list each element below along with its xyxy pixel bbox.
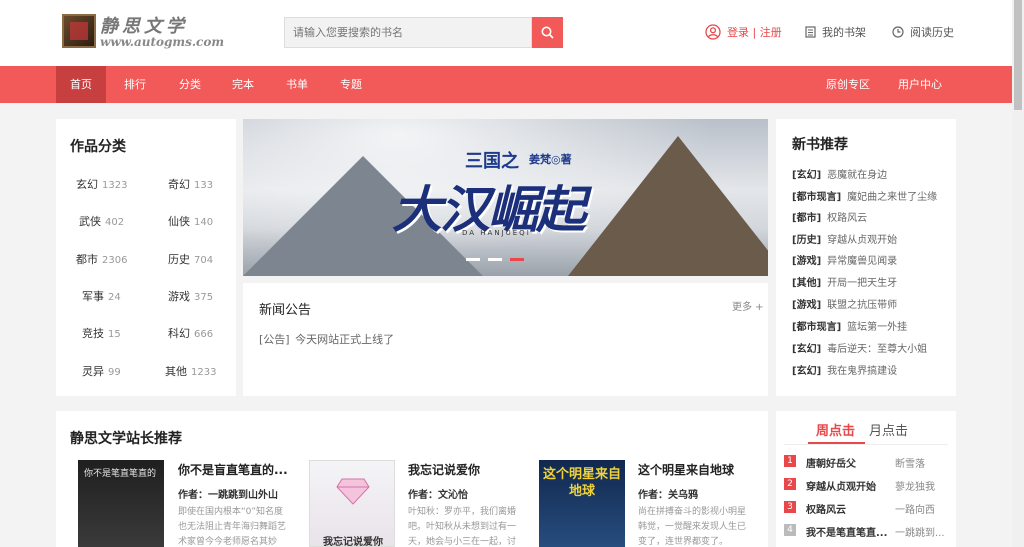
nav-item-finished[interactable]: 完本	[220, 66, 266, 103]
news-tag: [公告]	[259, 333, 290, 346]
new-book-item[interactable]: [历史] 穿越从贞观开始	[792, 231, 897, 246]
book-cover-text: 我忘记说爱你	[323, 537, 383, 547]
rank-number: 4	[784, 524, 796, 536]
bookshelf-link[interactable]: 我的书架	[805, 24, 866, 40]
category-item[interactable]: 武侠 402	[79, 213, 124, 229]
book-title[interactable]: 你不是盲直笔直的...	[178, 461, 288, 478]
rank-number: 1	[784, 455, 796, 467]
new-book-item[interactable]: [其他] 开局一把天生牙	[792, 274, 897, 289]
new-book-item[interactable]: [玄幻] 恶魔就在身边	[792, 166, 887, 181]
tab-monthly-clicks[interactable]: 月点击	[869, 420, 908, 439]
book-cover[interactable]: 我忘记说爱你	[309, 460, 395, 547]
banner-mountain	[568, 136, 768, 276]
category-item[interactable]: 竞技 15	[82, 325, 121, 341]
category-item[interactable]: 军事 24	[82, 288, 121, 304]
main-nav: 首页 排行 分类 完本 书单 专题 原创专区 用户中心	[0, 66, 1012, 103]
new-book-item[interactable]: [玄幻] 毒后逆天：至尊大小姐	[792, 340, 927, 355]
search-button[interactable]	[532, 17, 563, 48]
category-item[interactable]: 灵异 99	[82, 363, 121, 379]
history-link[interactable]: 阅读历史	[892, 24, 954, 40]
book-cover-text: 这个明星来自地球	[543, 467, 622, 499]
nav-item-home[interactable]: 首页	[56, 66, 106, 103]
book-author: 作者：一跳跳到山外山	[178, 490, 278, 501]
category-item[interactable]: 历史 704	[168, 251, 213, 267]
page-scrollbar[interactable]	[1012, 0, 1024, 547]
rank-book-name[interactable]: 穿越从贞观开始	[806, 478, 876, 493]
scrollbar-thumb[interactable]	[1014, 0, 1022, 110]
new-book-item[interactable]: [都市现言] 魔妃曲之来世了尘缘	[792, 188, 937, 203]
news-title: 新闻公告	[259, 303, 312, 318]
search-bar	[284, 17, 563, 48]
rank-book-name[interactable]: 唐朝好岳父	[806, 455, 856, 470]
carousel-dot-active[interactable]	[510, 258, 524, 261]
login-link[interactable]: 登录 | 注册	[705, 24, 782, 40]
logo-book-icon	[62, 14, 96, 48]
nav-item-category[interactable]: 分类	[167, 66, 213, 103]
search-input[interactable]	[284, 17, 532, 48]
news-text: 今天网站正式上线了	[295, 333, 395, 346]
logo-url: www.autogms.com	[100, 35, 225, 49]
book-cover-text: 你不是笔直笔直的	[84, 469, 157, 479]
banner-author: 姜梵◎著	[529, 153, 572, 166]
book-title[interactable]: 这个明星来自地球	[638, 461, 734, 478]
nav-item-ranking[interactable]: 排行	[112, 66, 158, 103]
carousel-dot[interactable]	[488, 258, 502, 261]
tab-divider	[784, 444, 948, 445]
category-title: 作品分类	[70, 139, 126, 155]
news-item[interactable]: [公告] 今天网站正式上线了	[259, 331, 394, 347]
new-book-item[interactable]: [都市] 权路风云	[792, 209, 867, 224]
login-label: 登录 | 注册	[727, 26, 782, 39]
book-desc: 即使在国内根本“0”知名度也无法阻止青年海归舞蹈艺术家曾今今老师愿名其妙	[178, 507, 287, 547]
book-desc: 尚在拼搏奋斗的影视小明星韩觉，一觉醒来发现人生已变了，连世界都变了。	[638, 507, 747, 547]
history-label: 阅读历史	[910, 26, 954, 39]
nav-item-booklist[interactable]: 书单	[274, 66, 320, 103]
diamond-icon	[336, 478, 370, 505]
book-author: 作者：关乌鸦	[638, 490, 698, 501]
category-item[interactable]: 仙侠 140	[168, 213, 213, 229]
rank-number: 3	[784, 501, 796, 513]
new-book-item[interactable]: [游戏] 联盟之抗压带师	[792, 296, 897, 311]
new-books-title: 新书推荐	[792, 137, 848, 153]
category-item[interactable]: 科幻 666	[168, 325, 213, 341]
nav-item-topic[interactable]: 专题	[328, 66, 374, 103]
nav-item-user-center[interactable]: 用户中心	[889, 66, 951, 103]
rank-book-author: 一跳跳到...	[895, 528, 945, 539]
category-item[interactable]: 都市 2306	[76, 251, 127, 267]
new-book-item[interactable]: [玄幻] 我在鬼界搞建设	[792, 362, 897, 377]
carousel-dot[interactable]	[466, 258, 480, 261]
rank-book-name[interactable]: 权路风云	[806, 501, 846, 516]
site-logo[interactable]: 静思文学 www.autogms.com	[62, 12, 225, 52]
book-title[interactable]: 我忘记说爱你	[408, 461, 480, 478]
clock-icon	[892, 26, 904, 38]
new-book-item[interactable]: [游戏] 异常魔兽见闻录	[792, 252, 897, 267]
top-header: 静思文学 www.autogms.com 登录 | 注册 我的书架 阅读历史	[0, 0, 1012, 66]
category-item[interactable]: 其他 1233	[165, 363, 216, 379]
book-author: 作者：文沁怡	[408, 490, 468, 501]
bookshelf-label: 我的书架	[822, 26, 866, 39]
nav-item-original[interactable]: 原创专区	[817, 66, 879, 103]
recommend-title: 静思文学站长推荐	[70, 431, 182, 447]
rank-number: 2	[784, 478, 796, 490]
rank-book-name[interactable]: 我不是笔直笔直...	[806, 524, 887, 539]
rank-book-author: 蓼龙独我	[895, 482, 935, 493]
tab-weekly-clicks[interactable]: 周点击	[816, 420, 855, 439]
category-item[interactable]: 玄幻 1323	[76, 176, 127, 192]
bookshelf-icon	[805, 26, 816, 38]
category-item[interactable]: 游戏 375	[168, 288, 213, 304]
category-item[interactable]: 奇幻 133	[168, 176, 213, 192]
book-cover[interactable]: 这个明星来自地球	[539, 460, 625, 547]
rank-book-author: 一路向西	[895, 505, 935, 516]
rank-book-author: 断雪落	[895, 459, 925, 470]
new-book-item[interactable]: [都市现言] 篮坛第一外挂	[792, 318, 907, 333]
banner-subtitle: DA HANJUEQI	[462, 229, 531, 237]
search-icon	[541, 26, 554, 39]
book-desc: 叶知秋：罗亦平，我们离婚吧。叶知秋从未想到过有一天，她会与小三在一起，讨	[408, 507, 517, 547]
news-more-link[interactable]: 更多 +	[732, 298, 764, 313]
book-cover[interactable]: 你不是笔直笔直的	[78, 460, 164, 547]
user-icon	[705, 24, 721, 40]
